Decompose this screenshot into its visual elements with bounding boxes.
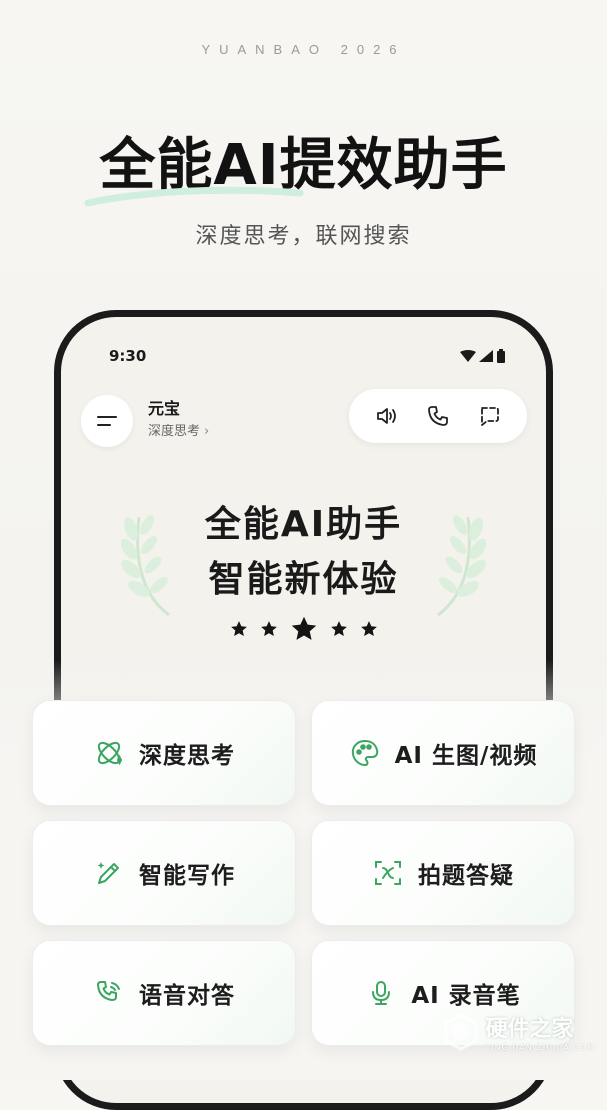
recorder-icon: [365, 977, 397, 1009]
subheadline: 深度思考，联网搜索: [195, 224, 412, 249]
star-icon: [260, 621, 277, 636]
watermark-subtitle: YING JIAN ZHI JIA.COM: [485, 1043, 595, 1052]
palette-icon: [349, 737, 381, 769]
star-icon: [330, 621, 347, 636]
hero-title-line1: 全能AI助手: [204, 504, 403, 545]
app-name: 元宝: [148, 399, 181, 418]
atom-sparkle-icon: [93, 737, 125, 769]
app-mode-label: 深度思考: [148, 424, 201, 439]
header-action-group: [349, 389, 527, 443]
signal-icon: [479, 350, 493, 362]
battery-icon: [497, 349, 505, 363]
menu-icon: [97, 416, 117, 426]
feature-label: AI 录音笔: [411, 983, 521, 1009]
watermark-title: 硬件之家: [485, 1017, 574, 1042]
speaker-icon[interactable]: [371, 400, 403, 432]
status-time: 9:30: [109, 347, 147, 365]
watermark: 硬件之家 YING JIAN ZHI JIA.COM: [442, 1011, 595, 1052]
feature-label: 深度思考: [139, 743, 235, 769]
star-icon: [230, 621, 247, 636]
feature-card-deep-thinking[interactable]: 深度思考: [32, 700, 296, 806]
feature-label: 智能写作: [139, 863, 235, 889]
rating-stars: [61, 615, 546, 643]
phone-call-icon[interactable]: [422, 400, 454, 432]
watermark-logo-icon: [444, 1012, 478, 1051]
feature-card-photo-questions[interactable]: 拍题答疑: [311, 820, 575, 926]
scan-formula-icon: [372, 857, 404, 889]
chat-bubble-icon[interactable]: [473, 400, 505, 432]
headline-underline-stroke: [84, 186, 304, 207]
menu-button[interactable]: [81, 395, 133, 447]
feature-card-ai-image-video[interactable]: AI 生图/视频: [311, 700, 575, 806]
wifi-icon: [460, 350, 476, 362]
status-icons: [460, 349, 506, 363]
feature-label: 语音对答: [139, 983, 235, 1009]
feature-label: 拍题答疑: [418, 863, 514, 889]
pen-sparkle-icon: [93, 857, 125, 889]
hero-title-line2: 智能新体验: [208, 559, 399, 600]
app-mode-selector[interactable]: 深度思考 ›: [148, 420, 209, 439]
star-icon: [291, 616, 316, 640]
star-icon: [360, 621, 377, 636]
brand-tagline: YUANBAO 2026: [201, 42, 406, 57]
feature-label: AI 生图/视频: [394, 743, 538, 769]
feature-card-voice-chat[interactable]: 语音对答: [32, 940, 296, 1046]
phone-wave-icon: [93, 977, 125, 1009]
chevron-right-icon: ›: [204, 424, 210, 439]
feature-card-smart-writing[interactable]: 智能写作: [32, 820, 296, 926]
